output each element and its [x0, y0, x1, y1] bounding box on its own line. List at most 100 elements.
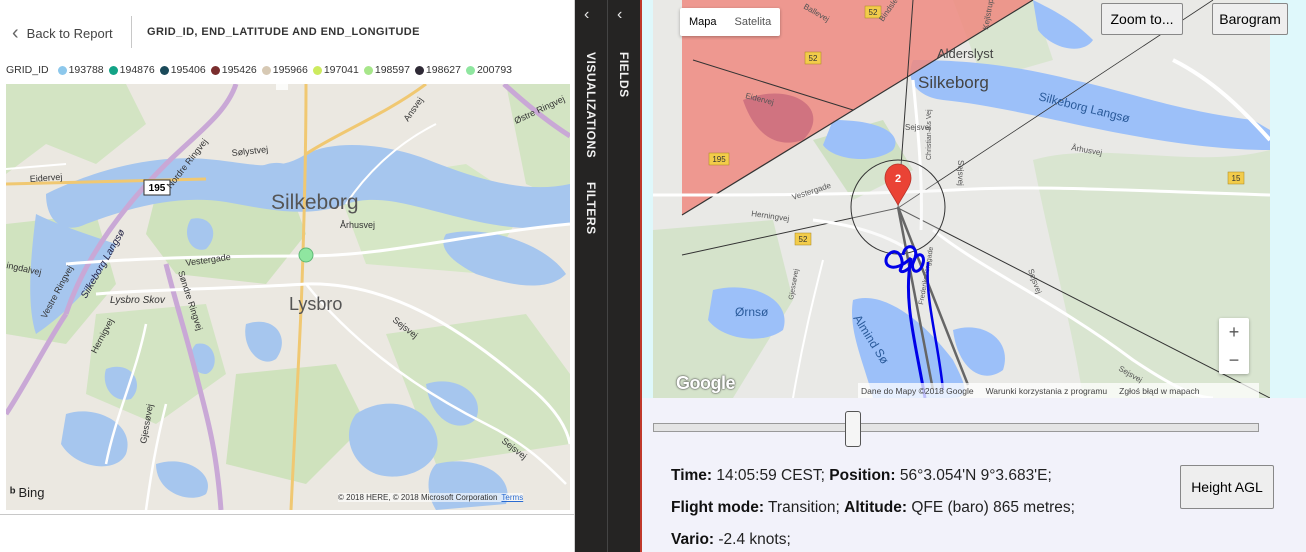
- position-value: 56°3.054'N 9°3.683'E;: [899, 467, 1052, 484]
- legend-label: 198627: [425, 64, 461, 76]
- visual-title: GRID_ID, END_LATITUDE AND END_LONGITUDE: [147, 26, 420, 38]
- route-195-shield: 195: [712, 155, 726, 164]
- visualizations-pane[interactable]: ‹ VISUALIZATIONS FILTERS: [575, 0, 607, 552]
- legend-item[interactable]: 197041: [312, 64, 359, 76]
- legend-dot: [261, 65, 271, 75]
- legend-item[interactable]: 195966: [261, 64, 308, 76]
- legend-label: 195966: [272, 64, 308, 76]
- bing-icon: ᵇ: [10, 484, 16, 500]
- legend-item[interactable]: 195426: [210, 64, 257, 76]
- chevron-left-icon: ‹: [12, 22, 19, 44]
- filters-label[interactable]: FILTERS: [584, 182, 598, 235]
- altitude-value: QFE (baro) 865 metres;: [911, 499, 1075, 516]
- map-margin-right: [1270, 0, 1306, 398]
- flight-mode-value: Transition;: [768, 499, 840, 516]
- google-map[interactable]: 52 52 52 195 15 Alderslyst Silkeborg Sil…: [653, 0, 1270, 398]
- legend-label: 193788: [68, 64, 104, 76]
- google-logo: Google: [676, 373, 736, 393]
- header-divider: [131, 16, 132, 48]
- vario-value: -2.4 knots;: [718, 531, 791, 548]
- flight-mode-label: Flight mode:: [671, 499, 764, 516]
- legend-dot: [159, 65, 169, 75]
- legend-dot: [414, 65, 424, 75]
- zoom-in-button[interactable]: +: [1219, 318, 1249, 346]
- terms-link[interactable]: Warunki korzystania z programu: [986, 386, 1108, 396]
- waypoint-marker-label: 2: [895, 173, 901, 185]
- legend-dot: [465, 65, 475, 75]
- bing-logo: ᵇ Bing: [10, 484, 45, 500]
- fields-pane[interactable]: ‹ FIELDS: [607, 0, 640, 552]
- altitude-label: Altitude:: [844, 499, 907, 516]
- route-52-shield: 52: [869, 8, 878, 17]
- info-line-vario: Vario: -2.4 knots;: [671, 531, 791, 549]
- legend-dot: [210, 65, 220, 75]
- map-label-silkeborg: Silkeborg: [918, 73, 989, 92]
- legend-label: 194876: [119, 64, 155, 76]
- legend-item[interactable]: 195406: [159, 64, 206, 76]
- map-type-map[interactable]: Mapa: [680, 8, 726, 36]
- report-pane: ‹ Back to Report GRID_ID, END_LATITUDE A…: [0, 0, 575, 552]
- height-agl-button[interactable]: Height AGL: [1180, 465, 1274, 509]
- zoom-out-button[interactable]: −: [1219, 346, 1249, 374]
- report-bottom-divider: [0, 514, 574, 515]
- time-slider-thumb[interactable]: [844, 411, 861, 447]
- bing-map-canvas: 195 Silkeborg Lysbro Lysbro Skov Silkebo…: [6, 84, 570, 510]
- legend-dot: [312, 65, 322, 75]
- barogram-button[interactable]: Barogram: [1212, 3, 1288, 35]
- map-label-arhusvej: Århusvej: [340, 220, 375, 230]
- route-15-shield: 15: [1232, 174, 1241, 183]
- legend-item[interactable]: 198627: [414, 64, 461, 76]
- map-type-control[interactable]: Mapa Satelita: [680, 8, 781, 36]
- legend-title: GRID_ID: [6, 64, 49, 76]
- fields-label[interactable]: FIELDS: [617, 52, 631, 98]
- map-label-silkeborg: Silkeborg: [271, 191, 359, 214]
- legend-label: 195406: [170, 64, 206, 76]
- legend-item[interactable]: 198597: [363, 64, 410, 76]
- vario-label: Vario:: [671, 531, 715, 548]
- time-slider-track[interactable]: [653, 423, 1259, 432]
- map-margin-left: [642, 0, 653, 398]
- map-label-christian: Christian 8.s Vej: [926, 109, 933, 160]
- chevron-left-icon[interactable]: ‹: [617, 6, 622, 24]
- legend-label: 200793: [476, 64, 513, 76]
- legend-dot: [363, 65, 373, 75]
- time-value: 14:05:59 CEST;: [716, 467, 825, 484]
- google-map-canvas: 52 52 52 195 15 Alderslyst Silkeborg Sil…: [653, 0, 1270, 398]
- info-line-flight: Flight mode: Transition; Altitude: QFE (…: [671, 499, 1075, 517]
- chevron-left-icon[interactable]: ‹: [584, 6, 589, 24]
- flight-viewer: 52 52 52 195 15 Alderslyst Silkeborg Sil…: [640, 0, 1306, 552]
- map-data-credit: Dane do Mapy ©2018 Google: [861, 385, 974, 396]
- map-label-alderslyst: Alderslyst: [937, 46, 994, 61]
- route-52-shield-3: 52: [799, 235, 808, 244]
- time-label: Time:: [671, 467, 713, 484]
- visualizations-label[interactable]: VISUALIZATIONS: [584, 52, 598, 158]
- map-type-satellite[interactable]: Satelita: [726, 8, 781, 36]
- legend-label: 195426: [221, 64, 257, 76]
- route-195-shield: 195: [149, 183, 166, 194]
- legend-label: 198597: [374, 64, 410, 76]
- map-label-lysbro-skov: Lysbro Skov: [110, 295, 166, 306]
- zoom-to-button[interactable]: Zoom to...: [1101, 3, 1183, 35]
- map-zoom-control[interactable]: + −: [1219, 318, 1249, 374]
- grid-data-point[interactable]: [298, 247, 314, 263]
- bing-label: Bing: [18, 484, 45, 500]
- legend-item[interactable]: 200793: [465, 64, 513, 76]
- legend-dot: [57, 65, 67, 75]
- legend-label: 197041: [323, 64, 359, 76]
- map-label-ornso: Ørnsø: [735, 305, 769, 319]
- legend: GRID_ID 193788 194876 195406 195426 1959…: [6, 64, 514, 76]
- back-to-report-label: Back to Report: [26, 25, 113, 41]
- legend-item[interactable]: 193788: [57, 64, 104, 76]
- map-label-sejsvej-2: Sejsvej: [956, 160, 965, 186]
- route-52-shield-2: 52: [809, 54, 818, 63]
- bing-terms-link[interactable]: Terms: [501, 493, 523, 502]
- info-line-time: Time: 14:05:59 CEST; Position: 56°3.054'…: [671, 467, 1052, 485]
- legend-dot: [108, 65, 118, 75]
- report-error-link[interactable]: Zgłoś błąd w mapach: [1119, 386, 1199, 396]
- bing-attribution: © 2018 HERE, © 2018 Microsoft Corporatio…: [338, 493, 524, 502]
- map-label-lysbro: Lysbro: [289, 294, 342, 314]
- bing-map[interactable]: 195 Silkeborg Lysbro Lysbro Skov Silkebo…: [6, 84, 570, 510]
- legend-item[interactable]: 194876: [108, 64, 155, 76]
- back-to-report-button[interactable]: ‹ Back to Report: [12, 18, 113, 48]
- google-attribution: Dane do Mapy ©2018 Google Warunki korzys…: [858, 383, 1259, 398]
